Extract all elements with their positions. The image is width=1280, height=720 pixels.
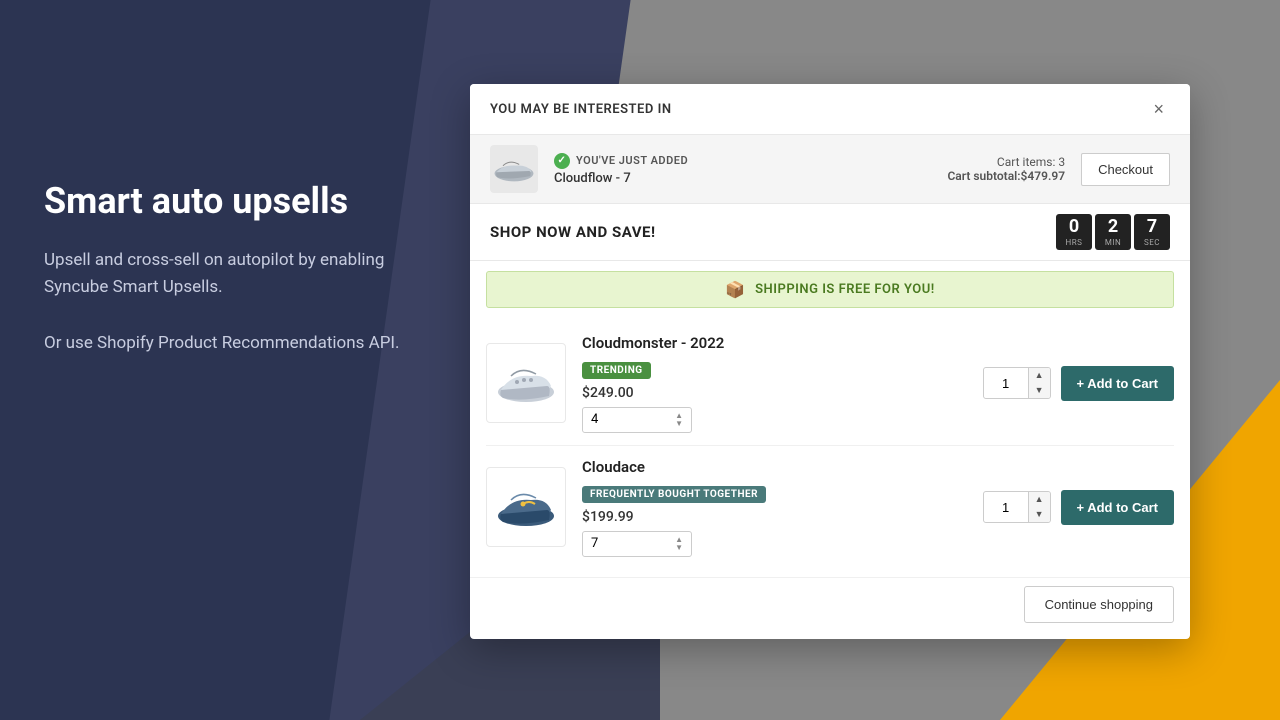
- continue-shopping-button[interactable]: Continue shopping: [1024, 586, 1174, 623]
- quantity-input-1[interactable]: [984, 372, 1028, 395]
- cart-items-count: Cart items: 3: [947, 155, 1065, 169]
- size-selector-1[interactable]: 4 ▲ ▼: [582, 407, 692, 433]
- paragraph-2: Or use Shopify Product Recommendations A…: [44, 330, 424, 357]
- cart-product-name: Cloudflow - 7: [554, 171, 931, 186]
- product-row-2: Cloudace FREQUENTLY BOUGHT TOGETHER $199…: [486, 446, 1174, 569]
- modal-footer: Continue shopping: [470, 577, 1190, 639]
- product-badge-2: FREQUENTLY BOUGHT TOGETHER: [582, 486, 766, 503]
- cart-summary-bar: ✓ YOU'VE JUST ADDED Cloudflow - 7 Cart i…: [470, 135, 1190, 204]
- upsell-modal: YOU MAY BE INTERESTED IN × ✓ YOU'VE JUST…: [470, 84, 1190, 639]
- product-price-2: $199.99: [582, 509, 967, 525]
- size-arrows-2: ▲ ▼: [675, 536, 683, 552]
- shop-now-bar: SHOP NOW AND SAVE! 0 HRS 2 MIN 7 SEC: [470, 204, 1190, 261]
- modal-header: YOU MAY BE INTERESTED IN ×: [470, 84, 1190, 135]
- product-info-2: Cloudace FREQUENTLY BOUGHT TOGETHER $199…: [582, 458, 967, 557]
- left-panel: Smart auto upsells Upsell and cross-sell…: [44, 180, 424, 385]
- product-row-1: Cloudmonster - 2022 TRENDING $249.00 4 ▲…: [486, 322, 1174, 446]
- product-name-2: Cloudace: [582, 458, 967, 476]
- paragraph-1: Upsell and cross-sell on autopilot by en…: [44, 247, 424, 301]
- cart-added-info: ✓ YOU'VE JUST ADDED Cloudflow - 7: [554, 153, 931, 186]
- product-shoe-svg-1: [489, 358, 563, 408]
- qty-down-2[interactable]: ▼: [1029, 507, 1050, 522]
- cart-subtotal: Cart subtotal:$479.97: [947, 169, 1065, 183]
- qty-up-2[interactable]: ▲: [1029, 492, 1050, 507]
- quantity-control-2[interactable]: ▲ ▼: [983, 491, 1051, 523]
- cart-totals: Cart items: 3 Cart subtotal:$479.97: [947, 155, 1065, 183]
- product-price-1: $249.00: [582, 385, 967, 401]
- checkout-button[interactable]: Checkout: [1081, 153, 1170, 186]
- timer-seconds: 7 SEC: [1134, 214, 1170, 250]
- product-name-1: Cloudmonster - 2022: [582, 334, 967, 352]
- add-to-cart-button-1[interactable]: + Add to Cart: [1061, 366, 1175, 401]
- product-badge-1: TRENDING: [582, 362, 651, 379]
- product-controls-2: ▲ ▼ + Add to Cart: [983, 490, 1174, 525]
- products-list: Cloudmonster - 2022 TRENDING $249.00 4 ▲…: [470, 318, 1190, 577]
- quantity-control-1[interactable]: ▲ ▼: [983, 367, 1051, 399]
- shop-now-text: SHOP NOW AND SAVE!: [490, 223, 656, 241]
- shipping-bar: 📦 SHIPPING IS FREE FOR YOU!: [486, 271, 1174, 308]
- cart-added-label: ✓ YOU'VE JUST ADDED: [554, 153, 931, 169]
- main-heading: Smart auto upsells: [44, 180, 424, 223]
- add-to-cart-button-2[interactable]: + Add to Cart: [1061, 490, 1175, 525]
- timer-minutes: 2 MIN: [1095, 214, 1131, 250]
- quantity-input-2[interactable]: [984, 496, 1028, 519]
- cart-product-thumbnail: [490, 145, 538, 193]
- quantity-arrows-2: ▲ ▼: [1028, 492, 1050, 522]
- size-arrows-1: ▲ ▼: [675, 412, 683, 428]
- check-icon: ✓: [554, 153, 570, 169]
- qty-down-1[interactable]: ▼: [1029, 383, 1050, 398]
- product-info-1: Cloudmonster - 2022 TRENDING $249.00 4 ▲…: [582, 334, 967, 433]
- countdown-timer: 0 HRS 2 MIN 7 SEC: [1056, 214, 1170, 250]
- product-image-2: [486, 467, 566, 547]
- quantity-arrows-1: ▲ ▼: [1028, 368, 1050, 398]
- shipping-text: SHIPPING IS FREE FOR YOU!: [755, 282, 935, 297]
- modal-title: YOU MAY BE INTERESTED IN: [490, 102, 672, 117]
- qty-up-1[interactable]: ▲: [1029, 368, 1050, 383]
- size-selector-2[interactable]: 7 ▲ ▼: [582, 531, 692, 557]
- cart-shoe-image: [490, 145, 538, 193]
- shipping-icon: 📦: [725, 280, 745, 299]
- modal-area: YOU MAY BE INTERESTED IN × ✓ YOU'VE JUST…: [470, 84, 1190, 639]
- product-controls-1: ▲ ▼ + Add to Cart: [983, 366, 1174, 401]
- product-shoe-svg-2: [489, 482, 563, 532]
- close-button[interactable]: ×: [1147, 98, 1170, 120]
- product-image-1: [486, 343, 566, 423]
- timer-hours: 0 HRS: [1056, 214, 1092, 250]
